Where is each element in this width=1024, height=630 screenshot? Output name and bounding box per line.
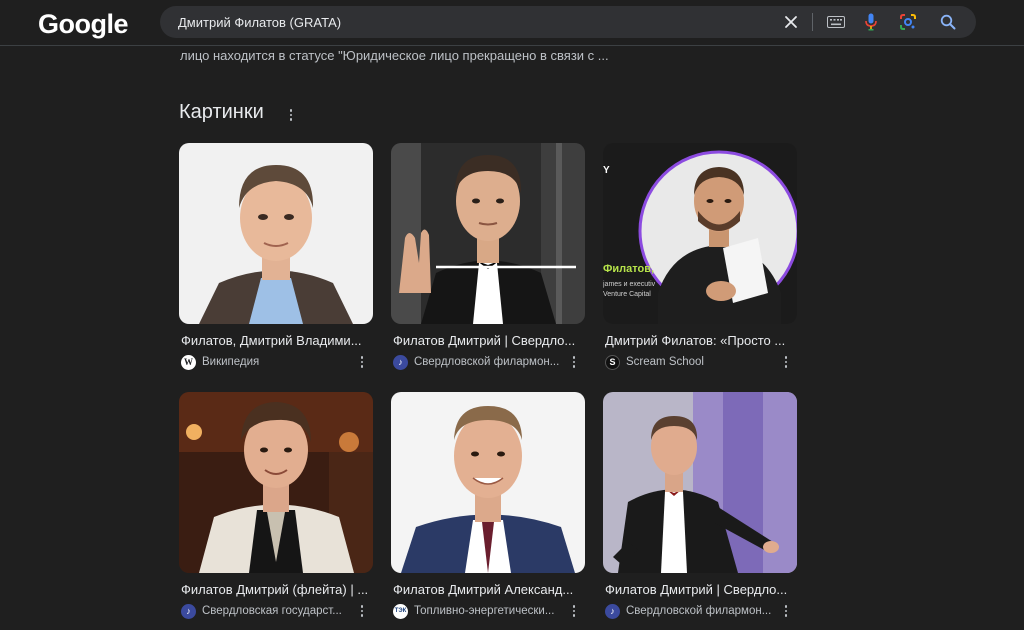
wikipedia-icon: W [181, 354, 196, 370]
image-card-source[interactable]: ♪ Свердловской филармон... [605, 602, 785, 620]
thumb-overlay-vc: Venture Capital [603, 291, 651, 298]
thumb-overlay-name: Филатов, [603, 263, 655, 275]
search-divider [812, 13, 813, 31]
image-card[interactable]: Филатов, Дмитрий Владими... W Википедия [179, 143, 373, 379]
card-more-icon[interactable] [779, 602, 793, 620]
image-card[interactable]: Филатов Дмитрий (флейта) | ... ♪ Свердло… [179, 392, 373, 628]
image-card-source[interactable]: ♪ Свердловская государст... [181, 602, 361, 620]
thumb-overlay-subtitle: james и executiv [603, 281, 656, 288]
image-card-source[interactable]: S Scream School [605, 353, 785, 371]
image-card-source-name: Википедия [202, 356, 260, 368]
image-card-title[interactable]: Дмитрий Филатов: «Просто ... [605, 333, 793, 348]
section-more-icon[interactable] [282, 103, 300, 127]
scream-school-icon: S [605, 354, 620, 370]
image-card-title[interactable]: Филатов Дмитрий (флейта) | ... [181, 582, 369, 597]
image-card-source-name: Свердловской филармон... [626, 605, 772, 617]
image-card-source-name: Топливно-энергетически... [414, 605, 555, 617]
image-card-title[interactable]: Филатов, Дмитрий Владими... [181, 333, 369, 348]
card-more-icon[interactable] [355, 353, 369, 371]
image-card-source[interactable]: W Википедия [181, 353, 361, 371]
card-more-icon[interactable] [355, 602, 369, 620]
image-thumbnail[interactable] [391, 143, 585, 324]
image-card[interactable]: Филатов Дмитрий Александ... ТЭК Топливно… [391, 392, 585, 628]
image-card-source[interactable]: ♪ Свердловской филармон... [393, 353, 573, 371]
energy-icon: ТЭК [393, 603, 408, 619]
image-card[interactable]: Филатов Дмитрий | Свердло... ♪ Свердловс… [391, 143, 585, 379]
music-note-icon: ♪ [393, 354, 408, 370]
image-card-source[interactable]: ТЭК Топливно-энергетически... [393, 602, 573, 620]
header: Google [0, 0, 1024, 46]
card-more-icon[interactable] [779, 353, 793, 371]
image-card-title[interactable]: Филатов Дмитрий | Свердло... [605, 582, 793, 597]
image-card-source-name: Свердловская государст... [202, 605, 342, 617]
music-note-icon: ♪ [181, 603, 196, 619]
image-card-title[interactable]: Филатов Дмитрий | Свердло... [393, 333, 581, 348]
card-more-icon[interactable] [567, 602, 581, 620]
thumb-overlay-y: Y [603, 165, 610, 176]
clear-icon[interactable] [777, 6, 805, 38]
search-box[interactable] [160, 6, 976, 38]
image-card[interactable]: Y Филатов, james и executiv Venture Capi… [603, 143, 797, 379]
image-thumbnail[interactable] [179, 143, 373, 324]
image-card-title[interactable]: Филатов Дмитрий Александ... [393, 582, 581, 597]
search-input[interactable] [178, 6, 768, 38]
google-lens-icon[interactable] [894, 6, 922, 38]
image-card-source-name: Scream School [626, 356, 704, 368]
image-card-source-name: Свердловской филармон... [414, 356, 560, 368]
microphone-icon[interactable] [857, 6, 885, 38]
image-thumbnail[interactable] [603, 392, 797, 573]
image-thumbnail[interactable]: Y Филатов, james и executiv Venture Capi… [603, 143, 797, 324]
music-note-icon: ♪ [605, 603, 620, 619]
image-card[interactable]: Филатов Дмитрий | Свердло... ♪ Свердловс… [603, 392, 797, 628]
card-more-icon[interactable] [567, 353, 581, 371]
keyboard-icon[interactable] [822, 6, 850, 38]
image-thumbnail[interactable] [391, 392, 585, 573]
search-icon[interactable] [934, 6, 962, 38]
result-snippet: лицо находится в статусе "Юридическое ли… [180, 48, 609, 63]
google-logo[interactable]: Google [38, 9, 129, 40]
images-section-title[interactable]: Картинки [179, 101, 264, 124]
image-thumbnail[interactable] [179, 392, 373, 573]
